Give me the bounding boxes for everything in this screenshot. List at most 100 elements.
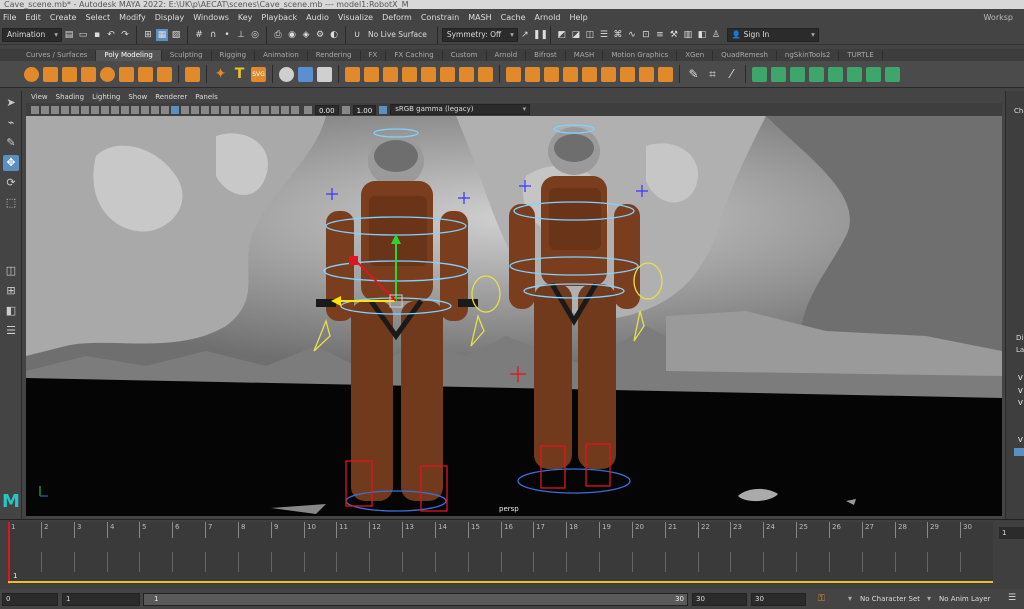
combine-icon[interactable]	[279, 66, 294, 82]
snap-curve-icon[interactable]: ∩	[207, 29, 219, 41]
select-hierarchy-icon[interactable]: ⊞	[142, 29, 154, 41]
live-surface-label[interactable]: No Live Surface	[368, 30, 427, 39]
uv-cylindrical-icon[interactable]	[809, 66, 824, 82]
shelf-tab-custom[interactable]: Custom	[443, 50, 487, 61]
connect-icon[interactable]	[620, 66, 635, 82]
wedge-icon[interactable]	[563, 66, 578, 82]
lasso-tool-icon[interactable]: ⌁	[3, 115, 19, 131]
outliner-layout-icon[interactable]: ☰	[3, 323, 19, 339]
uv-sew-icon[interactable]	[885, 66, 900, 82]
workspace-label[interactable]: Worksp	[983, 13, 1013, 22]
new-scene-icon[interactable]: ▤	[63, 29, 75, 41]
safe-title-icon[interactable]	[151, 105, 159, 114]
shadows-icon[interactable]	[211, 105, 219, 114]
uv-editor-icon[interactable]: ⊡	[640, 29, 652, 41]
move-tool-icon[interactable]: ✥	[3, 155, 19, 171]
auto-key-icon[interactable]: ⚿	[818, 594, 825, 604]
anim-prefs-icon[interactable]: ☰	[1008, 593, 1016, 603]
history-icon[interactable]: ⎙	[272, 29, 284, 41]
super-shape-icon[interactable]	[185, 66, 200, 82]
menu-arnold[interactable]: Arnold	[535, 13, 561, 22]
anim-layer-dropdown-arrow[interactable]: ▾	[927, 594, 931, 603]
uv-unfold-icon[interactable]	[752, 66, 767, 82]
ipr-render-icon[interactable]: ◈	[300, 29, 312, 41]
menu-display[interactable]: Display	[155, 13, 185, 22]
menu-constrain[interactable]: Constrain	[421, 13, 459, 22]
shelf-tab-arnold[interactable]: Arnold	[487, 50, 527, 61]
film-gate-icon[interactable]	[101, 105, 109, 114]
circularize-icon[interactable]	[582, 66, 597, 82]
uv-automatic-icon[interactable]	[828, 66, 843, 82]
viewport-menu-lighting[interactable]: Lighting	[92, 93, 120, 101]
svg-tool-icon[interactable]: SVG	[251, 66, 266, 82]
menu-deform[interactable]: Deform	[382, 13, 412, 22]
render-icon[interactable]: ◉	[286, 29, 298, 41]
quad-draw-icon[interactable]: ⁄	[724, 67, 739, 82]
viewport-menu-panels[interactable]: Panels	[195, 93, 218, 101]
menu-create[interactable]: Create	[50, 13, 77, 22]
motion-blur-icon[interactable]	[231, 105, 239, 114]
shelf-tab-ngskintools2[interactable]: ngSkinTools2	[777, 50, 840, 61]
menu-audio[interactable]: Audio	[306, 13, 329, 22]
anim-start-field[interactable]: 0	[2, 593, 58, 606]
character-set-dropdown-arrow[interactable]: ▾	[848, 594, 852, 603]
poly-torus-icon[interactable]	[100, 66, 115, 82]
menu-set-dropdown[interactable]: Animation	[2, 27, 62, 42]
range-slider[interactable]: 1 30	[143, 593, 688, 606]
snap-view-plane-icon[interactable]: ⊥	[235, 29, 247, 41]
target-weld-icon[interactable]: ⌗	[705, 67, 720, 82]
anim-layer-label[interactable]: No Anim Layer	[939, 595, 990, 603]
poly-cylinder-icon[interactable]	[62, 66, 77, 82]
gate-mask-icon[interactable]	[121, 105, 129, 114]
open-scene-icon[interactable]: ▭	[77, 29, 89, 41]
playback-start-field[interactable]: 1	[62, 593, 140, 606]
layer-visibility-4[interactable]: V	[1018, 436, 1023, 444]
sign-in-dropdown[interactable]: 👤 Sign In	[726, 27, 819, 42]
menu-modify[interactable]: Modify	[119, 13, 146, 22]
anim-end-field[interactable]: 30	[751, 593, 806, 606]
channel-box-icon[interactable]: ▥	[682, 29, 694, 41]
sweep-mesh-icon[interactable]: ✦	[213, 66, 228, 82]
viewport-menu-shading[interactable]: Shading	[56, 93, 84, 101]
poke-icon[interactable]	[544, 66, 559, 82]
image-plane-icon[interactable]	[61, 105, 69, 114]
layer-menu-label[interactable]: Lay	[1016, 346, 1024, 354]
backface-culling-icon[interactable]	[291, 105, 299, 114]
remesh-icon[interactable]	[478, 66, 493, 82]
safe-action-icon[interactable]	[141, 105, 149, 114]
gamma-field[interactable]: 1.00	[352, 104, 377, 115]
shelf-tab-fx[interactable]: FX	[361, 50, 387, 61]
poly-sphere-icon[interactable]	[24, 66, 39, 82]
layer-visibility-3[interactable]: V	[1018, 399, 1023, 407]
multisample-aa-icon[interactable]	[241, 105, 249, 114]
poly-cone-icon[interactable]	[81, 66, 96, 82]
fill-hole-icon[interactable]	[440, 66, 455, 82]
render-view-icon[interactable]: ◩	[556, 29, 568, 41]
multi-cut-icon[interactable]: ✎	[686, 67, 701, 82]
field-chart-icon[interactable]	[131, 105, 139, 114]
redo-icon[interactable]: ↷	[119, 29, 131, 41]
uv-camera-icon[interactable]	[847, 66, 862, 82]
uv-layout-icon[interactable]	[771, 66, 786, 82]
xray-icon[interactable]	[271, 105, 279, 114]
shelf-tab-xgen[interactable]: XGen	[677, 50, 714, 61]
save-scene-icon[interactable]: ▪	[91, 29, 103, 41]
shelf-tab-turtle[interactable]: TURTLE	[839, 50, 883, 61]
textured-icon[interactable]	[191, 105, 199, 114]
menu-key[interactable]: Key	[238, 13, 253, 22]
display-tab-label[interactable]: Di	[1016, 334, 1023, 342]
magnet-icon[interactable]: ∪	[351, 29, 363, 41]
shelf-tab-fx-caching[interactable]: FX Caching	[386, 50, 443, 61]
viewport-menu-view[interactable]: View	[31, 93, 48, 101]
playback-end-field[interactable]: 30	[692, 593, 747, 606]
paint-select-icon[interactable]: ✎	[3, 135, 19, 151]
shelf-tab-rigging[interactable]: Rigging	[212, 50, 256, 61]
exposure-icon[interactable]	[304, 105, 312, 114]
menu-help[interactable]: Help	[569, 13, 587, 22]
screen-space-ao-icon[interactable]	[221, 105, 229, 114]
mirror-icon[interactable]	[383, 66, 398, 82]
shelf-tab-animation[interactable]: Animation	[255, 50, 308, 61]
uv-planar-icon[interactable]	[790, 66, 805, 82]
modeling-toolkit-icon[interactable]: ◧	[696, 29, 708, 41]
shelf-tab-motion-graphics[interactable]: Motion Graphics	[603, 50, 678, 61]
